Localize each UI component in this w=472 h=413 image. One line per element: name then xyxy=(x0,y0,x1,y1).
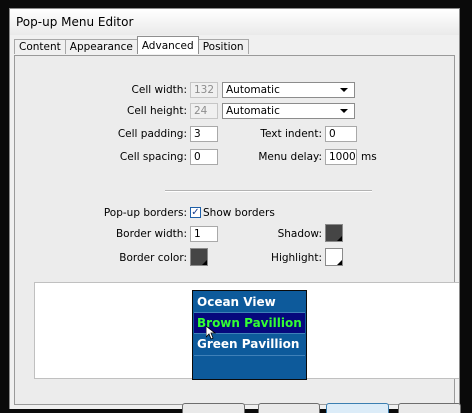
cell-width-mode-select[interactable]: Automatic xyxy=(222,82,355,98)
bottom-button-4[interactable] xyxy=(398,403,461,413)
tab-bar: Content Appearance Advanced Position xyxy=(14,36,249,55)
menu-delay-field[interactable]: 1000 xyxy=(325,149,357,165)
cell-width-field[interactable]: 132 xyxy=(190,82,218,98)
cell-spacing-label: Cell spacing: xyxy=(119,151,187,163)
menu-item-divider xyxy=(194,355,305,356)
cell-width-label: Cell width: xyxy=(131,84,187,96)
preview-menu-item[interactable]: Ocean View xyxy=(194,292,305,312)
bottom-button-1[interactable] xyxy=(182,403,245,413)
border-width-field[interactable]: 1 xyxy=(190,226,218,242)
shadow-label: Shadow: xyxy=(277,228,322,240)
bottom-button-3[interactable] xyxy=(326,403,389,413)
popup-menu-editor-window: Pop-up Menu Editor Content Appearance Ad… xyxy=(9,8,460,409)
border-color-swatch[interactable] xyxy=(190,248,208,266)
chevron-down-icon xyxy=(340,109,348,113)
text-indent-label: Text indent: xyxy=(260,128,322,140)
border-color-label: Border color: xyxy=(119,252,187,264)
window-title: Pop-up Menu Editor xyxy=(10,9,459,35)
tab-appearance[interactable]: Appearance xyxy=(64,39,138,54)
chevron-down-icon xyxy=(340,88,348,92)
menu-preview-area: Ocean View Brown Pavillion Green Pavilli… xyxy=(34,282,459,380)
tab-advanced[interactable]: Advanced xyxy=(136,36,199,54)
highlight-color-swatch[interactable] xyxy=(325,248,343,266)
text-indent-field[interactable]: 0 xyxy=(325,126,357,142)
cell-height-mode-select[interactable]: Automatic xyxy=(222,103,355,119)
color-picker-corner-icon xyxy=(337,260,342,265)
cell-width-mode-value: Automatic xyxy=(226,84,280,96)
section-divider xyxy=(165,190,372,192)
menu-delay-label: Menu delay: xyxy=(258,151,322,163)
cell-height-label: Cell height: xyxy=(127,105,187,117)
color-picker-corner-icon xyxy=(337,236,342,241)
preview-menu: Ocean View Brown Pavillion Green Pavilli… xyxy=(192,290,307,380)
cell-height-mode-value: Automatic xyxy=(226,105,280,117)
menu-delay-unit: ms xyxy=(361,151,377,163)
tab-position[interactable]: Position xyxy=(197,39,249,54)
mouse-cursor-icon xyxy=(206,326,216,340)
cell-height-field[interactable]: 24 xyxy=(190,103,218,119)
color-picker-corner-icon xyxy=(202,260,207,265)
cell-spacing-field[interactable]: 0 xyxy=(190,149,218,165)
shadow-color-swatch[interactable] xyxy=(325,224,343,242)
bottom-button-2[interactable] xyxy=(258,403,320,413)
show-borders-checkbox[interactable]: ✓ xyxy=(190,207,201,218)
checkmark-icon: ✓ xyxy=(191,207,200,218)
popup-borders-label: Pop-up borders: xyxy=(103,207,187,219)
highlight-label: Highlight: xyxy=(271,252,322,264)
cell-padding-label: Cell padding: xyxy=(117,128,187,140)
tab-content[interactable]: Content xyxy=(14,39,66,54)
cell-padding-field[interactable]: 3 xyxy=(190,126,218,142)
border-width-label: Border width: xyxy=(115,228,187,240)
show-borders-label[interactable]: Show borders xyxy=(203,206,275,220)
